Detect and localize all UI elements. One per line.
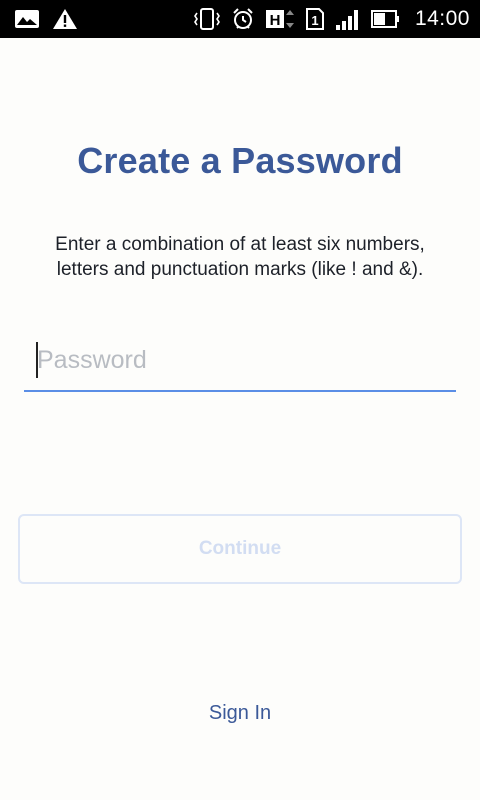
password-input[interactable]: [37, 340, 447, 380]
battery-icon: [370, 7, 401, 31]
warning-icon: [52, 8, 78, 30]
instructions-text: Enter a combination of at least six numb…: [55, 234, 425, 280]
network-h-icon: H: [265, 7, 295, 31]
clock: 14:00: [414, 7, 470, 30]
sign-in-link[interactable]: Sign In: [0, 702, 480, 725]
svg-text:1: 1: [311, 13, 318, 28]
password-field[interactable]: [24, 338, 456, 392]
page-title: Create a Password: [77, 140, 403, 181]
alarm-icon: [231, 7, 255, 31]
status-bar: H 1 14:00: [0, 0, 480, 38]
sim-icon: 1: [305, 7, 325, 31]
svg-text:H: H: [270, 12, 281, 29]
image-icon: [14, 9, 40, 29]
signal-icon: [335, 7, 361, 31]
vibrate-icon: [193, 7, 221, 31]
continue-button[interactable]: Continue: [18, 514, 462, 584]
